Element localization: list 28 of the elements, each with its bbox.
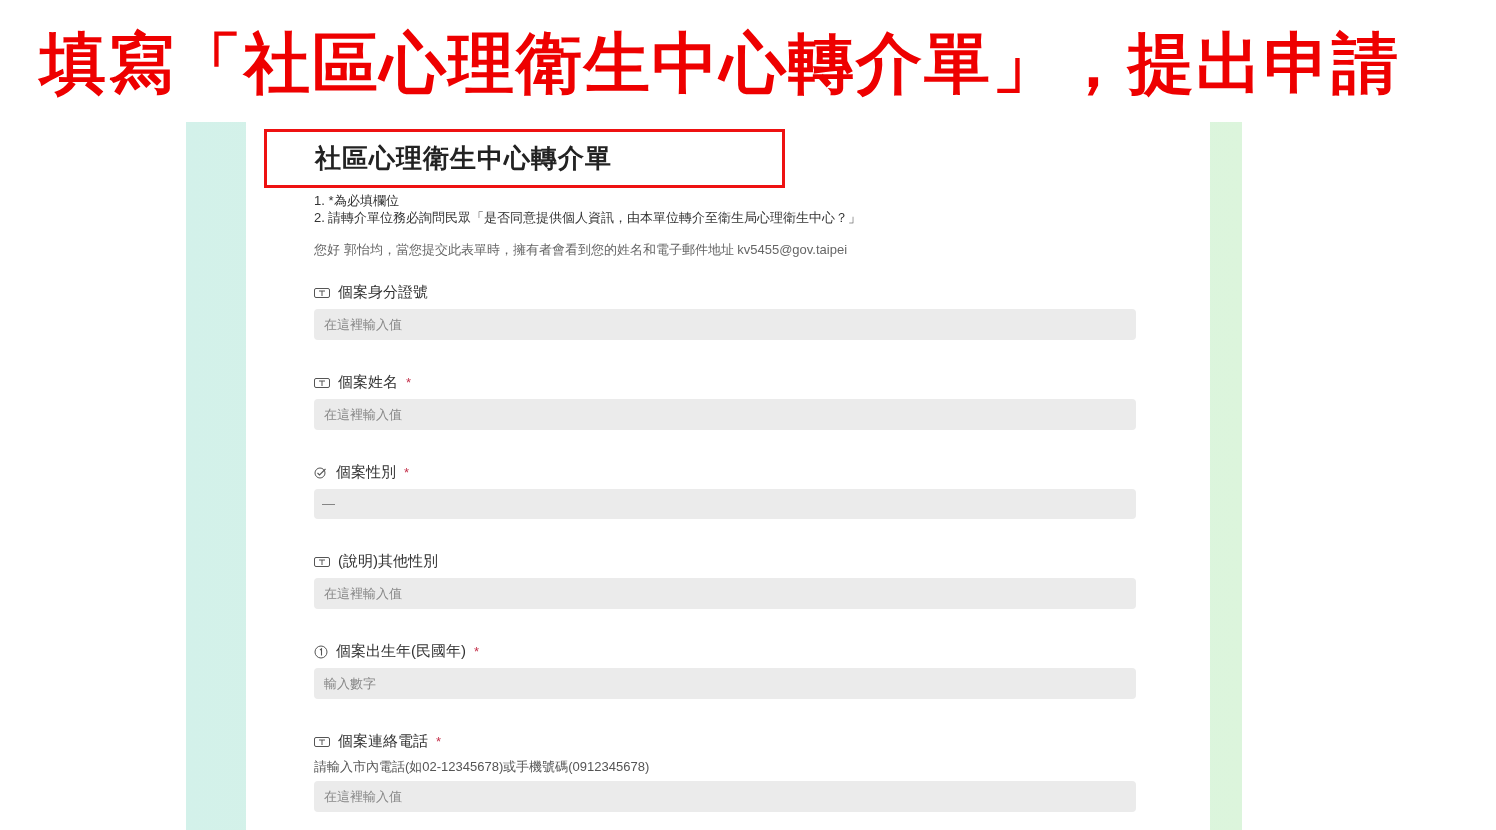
required-mark: * [406, 373, 412, 392]
question-label: 個案姓名 [338, 372, 398, 393]
number-icon [314, 644, 328, 659]
required-mark: * [474, 642, 480, 661]
question-label: 個案身分證號 [338, 282, 428, 303]
form-note: 2. 請轉介單位務必詢問民眾「是否同意提供個人資訊，由本單位轉介至衛生局心理衛生中心？」 [314, 209, 863, 226]
check-circle-icon [314, 466, 328, 479]
question-label: 個案出生年(民國年) [336, 641, 466, 662]
input-field[interactable]: 在這裡輸入值 [314, 398, 1136, 430]
required-mark: * [404, 463, 410, 482]
greeting-text: 您好 郭怡均，當您提交此表單時，擁有者會看到您的姓名和電子郵件地址 kv5455@gov.taipei [314, 241, 849, 259]
question-label: 個案性別 [336, 462, 396, 483]
dropdown-field[interactable]: — [314, 488, 1136, 519]
input-field[interactable]: 輸入數字 [314, 667, 1136, 699]
text-field-icon [314, 377, 330, 388]
slide-title: 填寫「社區心理衛生中心轉介單」，提出申請 [40, 30, 1400, 96]
required-mark: * [436, 732, 442, 751]
input-field[interactable]: 在這裡輸入值 [314, 308, 1136, 340]
question-label: (說明)其他性別 [338, 551, 438, 572]
input-field[interactable]: 在這裡輸入值 [314, 577, 1136, 609]
text-field-icon [314, 736, 330, 747]
text-field-icon [314, 556, 330, 567]
text-field-icon [314, 287, 330, 298]
input-field[interactable]: 在這裡輸入值 [314, 781, 1136, 812]
form-note: 1. *為必填欄位 [314, 192, 400, 209]
question-label: 個案連絡電話 [338, 731, 428, 752]
question-hint: 請輸入市內電話(如02-12345678)或手機號碼(0912345678) [314, 757, 651, 776]
form-title: 社區心理衛生中心轉介單 [315, 142, 612, 175]
